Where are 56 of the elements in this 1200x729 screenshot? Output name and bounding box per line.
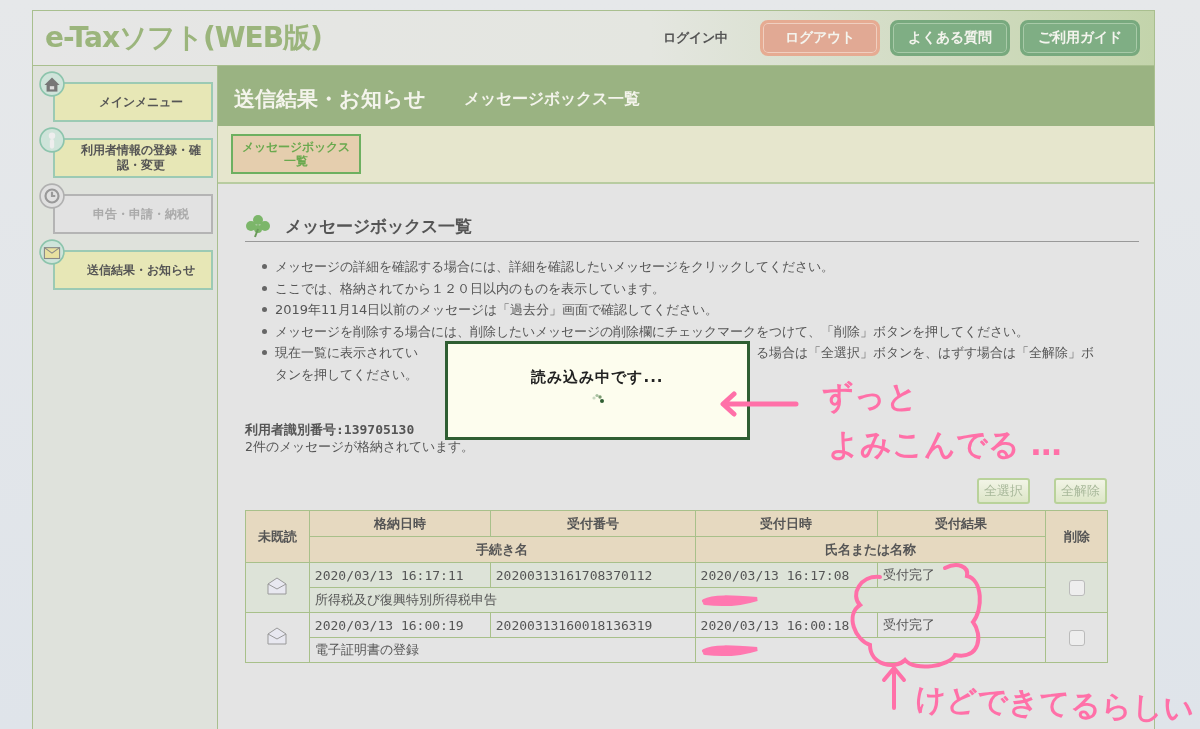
column-header: 受付日時 xyxy=(695,510,877,537)
select-button[interactable]: 全解除 xyxy=(1054,478,1107,504)
column-header: 削除 xyxy=(1045,510,1108,563)
spinner-icon xyxy=(590,393,605,405)
login-status: ログイン中 xyxy=(663,29,728,47)
delete-checkbox[interactable] xyxy=(1068,629,1085,646)
receipt-number-cell: 20200313161708370112 xyxy=(490,562,696,588)
column-header: 格納日時 xyxy=(309,510,491,537)
note-text: ここでは、格納されてから１２０日以内のものを表示しています。 xyxy=(275,280,665,296)
procedure-cell: 所得税及び復興特別所得税申告 xyxy=(309,587,696,613)
note-text: メッセージの詳細を確認する場合には、詳細を確認したいメッセージをクリックしてください。 xyxy=(275,259,834,274)
bullet-icon xyxy=(262,264,267,269)
note-text: 2019年11月14日以前のメッセージは「過去分」画面で確認してください。 xyxy=(275,302,719,317)
page-title: 送信結果・お知らせ xyxy=(234,86,426,113)
date-cell: 2020/03/13 16:17:11 xyxy=(309,562,491,588)
note-text: タンを押してください。 xyxy=(275,366,418,382)
person-icon xyxy=(39,127,65,153)
loading-message: 読み込み中です... xyxy=(531,368,664,387)
note-text: メッセージを削除する場合には、削除したいメッセージの削除欄にチェックマークをつけて、「削除」ボタンを押してください。 xyxy=(275,323,1029,339)
column-header: 未既読 xyxy=(245,510,310,563)
delete-checkbox[interactable] xyxy=(1068,579,1085,596)
arrow xyxy=(880,664,908,710)
message-count: 2件のメッセージが格納されています。 xyxy=(245,439,474,456)
home-icon xyxy=(39,71,65,97)
handwritten-note: よみこんでる … xyxy=(828,425,1062,464)
note-text: 現在一覧に表示されてい xyxy=(275,345,418,360)
date-cell: 2020/03/13 16:00:19 xyxy=(309,612,491,638)
bullet-icon xyxy=(262,307,267,312)
nav-button[interactable]: ご利用ガイド xyxy=(1020,20,1140,56)
logo: e-Taxソフト(WEB版) xyxy=(45,20,323,56)
logout-button[interactable]: ログアウト xyxy=(760,20,880,56)
column-header: 受付番号 xyxy=(490,510,696,537)
select-button[interactable]: 全選択 xyxy=(977,478,1030,504)
bullet-icon xyxy=(262,285,267,291)
sidebar-item[interactable]: 利用者情報の登録・確認・変更 xyxy=(53,138,213,178)
envelope-icon[interactable] xyxy=(267,627,288,645)
procedure-cell: 電子証明書の登録 xyxy=(309,637,696,663)
column-header: 手続き名 xyxy=(309,536,696,563)
receipt-number-cell: 20200313160018136319 xyxy=(490,612,696,638)
subnav-tab[interactable]: メッセージボックス一覧 xyxy=(231,134,361,174)
sidebar-item[interactable]: 送信結果・お知らせ xyxy=(53,250,213,290)
clock-icon xyxy=(39,183,65,209)
handwritten-note: ずっと xyxy=(822,377,918,416)
column-header: 受付結果 xyxy=(877,510,1046,537)
section-title: メッセージボックス一覧 xyxy=(285,214,472,238)
mail-icon xyxy=(39,239,65,265)
envelope-icon[interactable] xyxy=(267,577,288,595)
clover-icon xyxy=(245,214,271,238)
bullet-icon xyxy=(262,328,267,334)
note-text: る場合は「全選択」ボタンを、はずす場合は「全解除」ボ xyxy=(756,345,1094,360)
page-subtitle: メッセージボックス一覧 xyxy=(464,88,640,110)
nav-button[interactable]: よくある質問 xyxy=(890,20,1010,56)
column-header: 氏名または名称 xyxy=(695,536,1046,563)
user-id: 利用者識別番号:139705130 xyxy=(245,421,416,439)
bullet-icon xyxy=(262,350,267,355)
sidebar-item[interactable]: メインメニュー xyxy=(53,82,213,122)
